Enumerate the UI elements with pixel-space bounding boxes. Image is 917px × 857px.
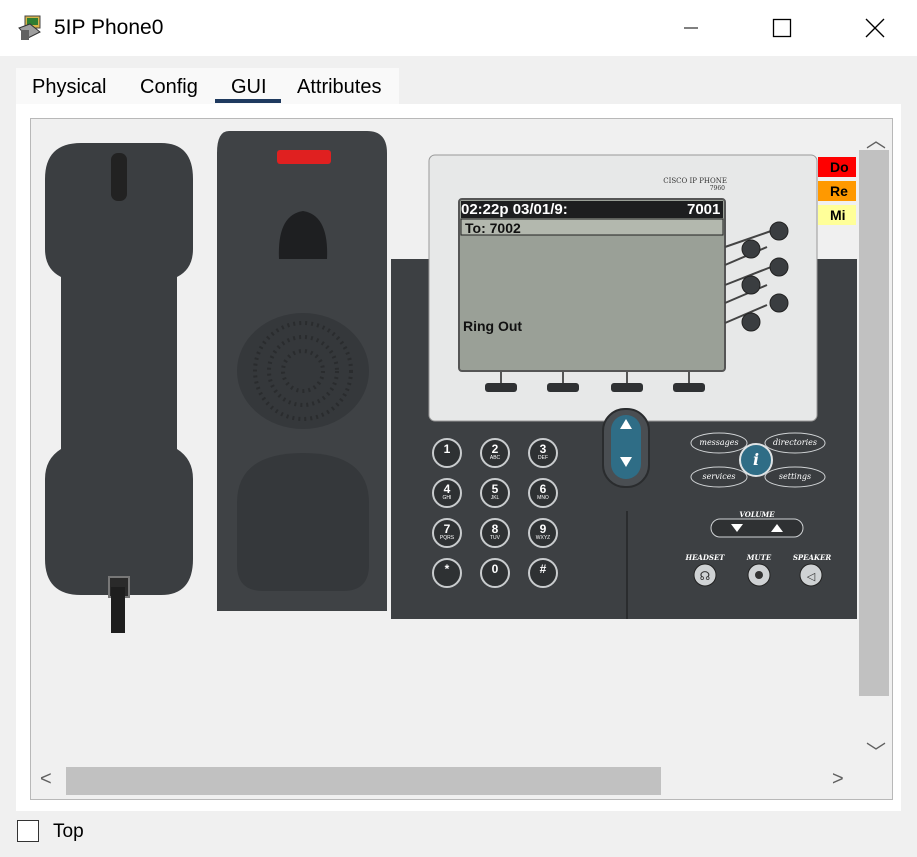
keypad-digit: 4: [443, 482, 451, 496]
keypad-key[interactable]: 4 GHI: [432, 478, 462, 508]
line-key-2[interactable]: [741, 239, 761, 259]
horizontal-scroll-thumb[interactable]: [66, 767, 661, 795]
keypad-key[interactable]: 6 MNO: [528, 478, 558, 508]
maximize-icon: [772, 18, 792, 38]
messages-label: messages: [699, 438, 739, 447]
minimize-icon: [684, 27, 698, 29]
active-tab-indicator: [215, 99, 281, 103]
keypad-letters: TUV: [490, 535, 500, 541]
keypad-digit: 3: [539, 442, 547, 456]
close-icon: [865, 18, 885, 38]
top-checkbox[interactable]: [17, 820, 39, 842]
keypad-letters: PQRS: [439, 535, 455, 541]
softkey-4[interactable]: [673, 383, 705, 392]
directories-label: directories: [773, 438, 817, 447]
headset-label: HEADSET: [685, 553, 725, 562]
keypad-digit: #: [539, 562, 547, 576]
keypad-key[interactable]: 5 JKL: [480, 478, 510, 508]
screen-line-info: To: 7002: [465, 220, 521, 236]
title-bar: 5IP Phone0: [0, 0, 917, 56]
line-key-6[interactable]: [741, 312, 761, 332]
mute-label: MUTE: [746, 553, 772, 562]
keypad-key[interactable]: 9 WXYZ: [528, 518, 558, 548]
handset-cradle: [217, 131, 387, 611]
keypad-letters: GHI: [442, 495, 452, 501]
info-icon: i: [752, 450, 760, 469]
keypad-digit: 8: [491, 522, 499, 536]
screen-time-date: 02:22p 03/01/9:: [461, 201, 568, 218]
keypad-key[interactable]: 0: [480, 558, 510, 588]
window-title: 5IP Phone0: [54, 16, 164, 39]
keypad-letters: DEF: [538, 455, 548, 461]
services-label: services: [702, 472, 736, 481]
keypad-digit: 0: [491, 562, 499, 576]
keypad-letters: MNO: [537, 495, 549, 501]
keypad-key[interactable]: 2 ABC: [480, 438, 510, 468]
headset-icon: ☊: [700, 569, 711, 583]
maximize-button[interactable]: [759, 8, 805, 48]
scroll-right-icon[interactable]: >: [832, 768, 844, 791]
speaker-icon: ◁: [807, 570, 816, 583]
minimize-button[interactable]: [668, 8, 714, 48]
keypad-digit: 5: [491, 482, 499, 496]
phone-viewport: ☊ ◁ 1 2 ABC 3 DEF 4 GHI 5 JKL 6 MNO 7 PQRS 8 TUV 9 WXYZ *…: [30, 118, 893, 800]
speaker-label: SPEAKER: [792, 553, 832, 562]
keypad-key[interactable]: 7 PQRS: [432, 518, 462, 548]
model-label: 7960: [709, 185, 725, 192]
keypad-key[interactable]: 8 TUV: [480, 518, 510, 548]
line-key-5[interactable]: [769, 293, 789, 313]
navigation-rocker[interactable]: [602, 408, 650, 488]
scroll-down-icon[interactable]: ﹀: [866, 736, 886, 765]
screen-extension: 7001: [687, 201, 721, 218]
tab-config[interactable]: Config: [140, 76, 198, 99]
keypad-key[interactable]: 1: [432, 438, 462, 468]
top-checkbox-label: Top: [53, 821, 84, 842]
keypad-letters: ABC: [489, 455, 501, 461]
close-button[interactable]: [852, 8, 898, 48]
brand-label: CISCO IP PHONE: [663, 177, 727, 185]
handset[interactable]: [45, 143, 193, 633]
settings-label: settings: [778, 472, 812, 481]
line-key-3[interactable]: [769, 257, 789, 277]
keypad-letters: WXYZ: [535, 535, 551, 541]
keypad-key[interactable]: #: [528, 558, 558, 588]
vertical-scroll-thumb[interactable]: [859, 150, 889, 696]
line-key-1[interactable]: [769, 221, 789, 241]
mute-icon: [755, 571, 763, 579]
scroll-up-icon[interactable]: ︿: [866, 124, 886, 153]
keypad-key[interactable]: 3 DEF: [528, 438, 558, 468]
status-mi: Mi: [818, 205, 856, 225]
volume-rocker[interactable]: [710, 518, 804, 538]
softkey-3[interactable]: [611, 383, 643, 392]
keypad-digit: 1: [443, 442, 451, 456]
tab-gui[interactable]: GUI: [231, 76, 267, 99]
keypad-digit: 6: [539, 482, 547, 496]
keypad-digit: *: [444, 562, 450, 576]
scroll-left-icon[interactable]: <: [40, 768, 52, 791]
tab-physical[interactable]: Physical: [32, 76, 106, 99]
ip-phone-icon: [18, 15, 41, 40]
keypad-digit: 9: [539, 522, 547, 536]
volume-label: VOLUME: [739, 510, 775, 519]
tab-attributes[interactable]: Attributes: [297, 76, 381, 99]
status-re: Re: [818, 181, 856, 201]
softkey-1[interactable]: [485, 383, 517, 392]
screen-call-status: Ring Out: [463, 318, 523, 334]
status-do: Do: [818, 157, 856, 177]
keypad-key[interactable]: *: [432, 558, 462, 588]
line-key-4[interactable]: [741, 275, 761, 295]
softkey-2[interactable]: [547, 383, 579, 392]
keypad-digit: 7: [443, 522, 451, 536]
keypad-digit: 2: [491, 442, 499, 456]
keypad-letters: JKL: [490, 495, 500, 501]
